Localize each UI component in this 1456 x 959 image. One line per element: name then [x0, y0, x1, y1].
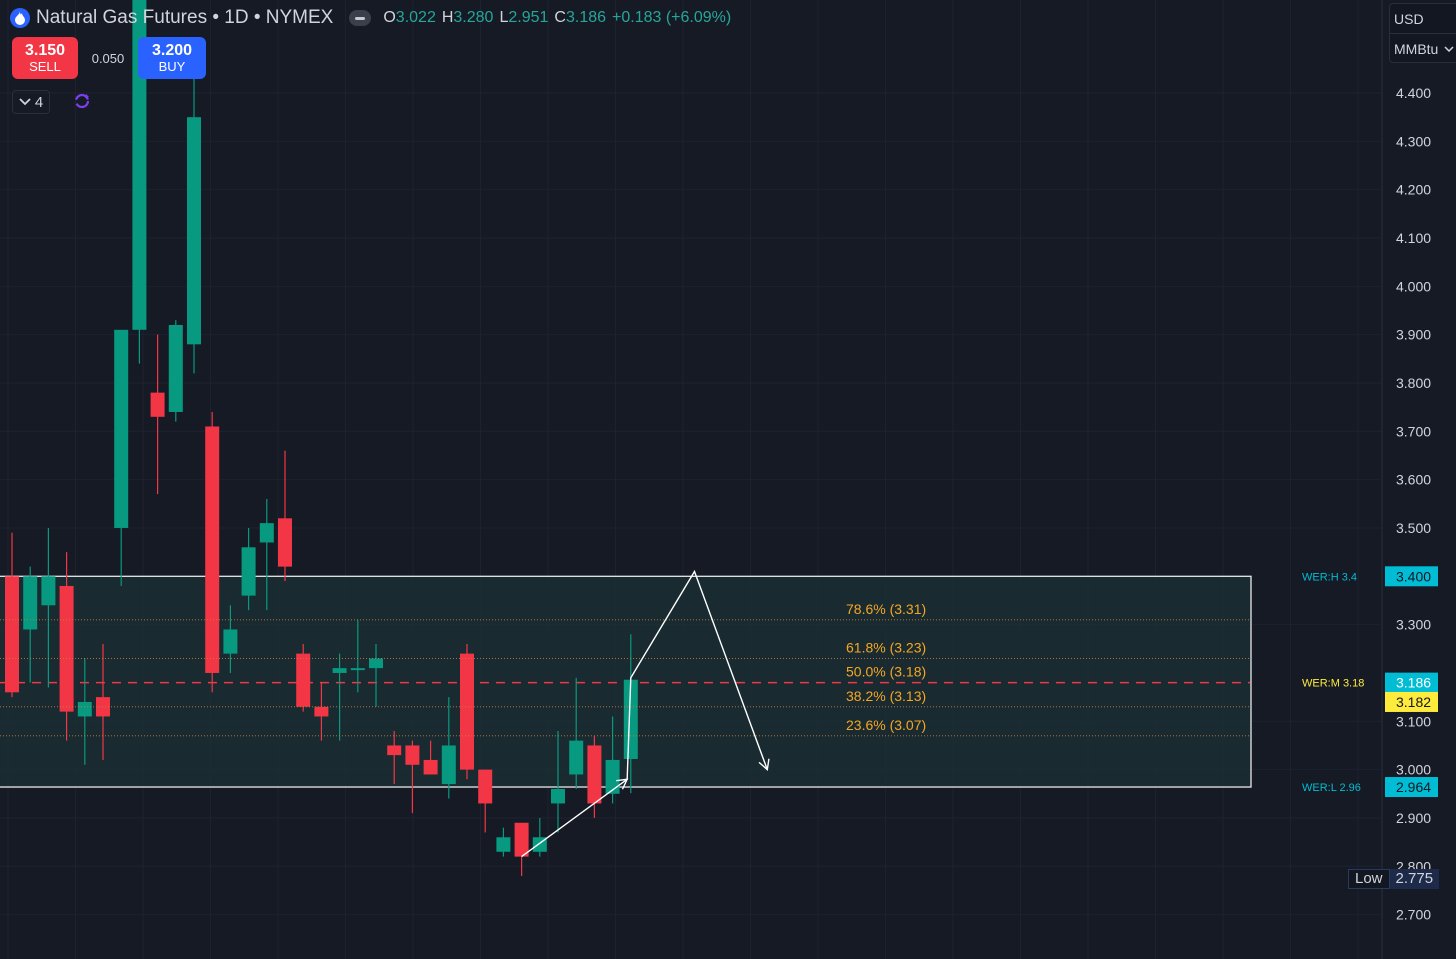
- candle-body: [350, 668, 365, 671]
- y-tick-label: 2.700: [1396, 907, 1431, 923]
- candle-body: [41, 576, 56, 606]
- y-tick-label: 3.300: [1396, 617, 1431, 633]
- candle-body: [587, 745, 602, 804]
- currency-unit-selector[interactable]: USD MMBtu: [1389, 3, 1456, 63]
- level-name: WER:L 2.96: [1302, 782, 1361, 794]
- fib-label: 78.6% (3.31): [846, 601, 926, 617]
- buy-button[interactable]: 3.200 BUY: [138, 37, 206, 79]
- candle-body: [514, 822, 529, 857]
- fib-label: 50.0% (3.18): [846, 664, 926, 680]
- trade-panel: 3.150 SELL 0.050 3.200 BUY: [12, 37, 206, 79]
- indicator-count: 4: [34, 93, 44, 111]
- level-tag-value: 2.964: [1396, 779, 1431, 795]
- candle-body: [187, 117, 201, 345]
- indicators-toggle[interactable]: 4: [12, 90, 50, 114]
- candle-body: [369, 658, 383, 669]
- low-price-tag: Low 2.775: [1348, 869, 1440, 889]
- candle-body: [478, 769, 493, 804]
- candle-body: [441, 745, 456, 785]
- level-tag-value: 3.400: [1396, 568, 1431, 584]
- y-tick-label: 4.000: [1396, 278, 1431, 294]
- candle-body: [387, 745, 402, 756]
- candle-body: [5, 576, 19, 693]
- y-tick-label: 3.100: [1396, 713, 1431, 729]
- candle-body: [205, 426, 220, 673]
- symbol-header[interactable]: Natural Gas Futures • 1D • NYMEX O3.022 …: [10, 6, 731, 30]
- y-tick-label: 4.300: [1396, 133, 1431, 149]
- candle-body: [405, 745, 420, 765]
- unit-select[interactable]: MMBtu: [1390, 33, 1456, 63]
- y-tick-label: 3.800: [1396, 375, 1431, 391]
- y-tick-label: 4.100: [1396, 230, 1431, 246]
- last-price-tag: 3.182: [1396, 694, 1431, 710]
- spread-value: 0.050: [91, 50, 125, 66]
- chevron-down-icon: [19, 98, 31, 106]
- currency-select[interactable]: USD: [1390, 4, 1456, 33]
- candle-body: [332, 668, 347, 673]
- ohlc-readout: O3.022 H3.280 L2.951 C3.186 +0.183 (+6.0…: [383, 9, 732, 26]
- y-tick-label: 3.700: [1396, 423, 1431, 439]
- candle-body: [314, 706, 329, 717]
- fib-label: 23.6% (3.07): [846, 717, 926, 733]
- price-chart[interactable]: 78.6% (3.31) 61.8% (3.23) 50.0% (3.18) 38.2…: [0, 0, 1456, 959]
- candle-body: [460, 653, 474, 770]
- candle-body: [259, 523, 274, 543]
- level-tag-value: 3.186: [1396, 675, 1431, 691]
- y-tick-label: 3.900: [1396, 327, 1431, 343]
- level-name: WER:H 3.4: [1302, 571, 1357, 583]
- flame-icon: [10, 8, 30, 28]
- candle-body: [605, 759, 620, 794]
- candle-body: [168, 324, 183, 412]
- candle-body: [569, 740, 584, 775]
- candle-body: [423, 759, 438, 775]
- candle-body: [150, 392, 165, 417]
- change-readout: +0.183 (+6.09%): [612, 9, 732, 26]
- y-tick-label: 3.000: [1396, 762, 1431, 778]
- y-tick-label: 4.400: [1396, 85, 1431, 101]
- candle-body: [296, 653, 311, 707]
- fib-label: 38.2% (3.13): [846, 688, 926, 704]
- level-name: WER:M 3.18: [1302, 678, 1364, 690]
- y-tick-label: 3.600: [1396, 472, 1431, 488]
- y-tick-label: 4.200: [1396, 182, 1431, 198]
- hide-indicators-button[interactable]: [349, 10, 372, 26]
- candle-body: [551, 788, 565, 804]
- sell-button[interactable]: 3.150 SELL: [12, 37, 78, 79]
- candle-body: [496, 837, 511, 852]
- y-tick-label: 2.900: [1396, 810, 1431, 826]
- candle-body: [241, 547, 256, 596]
- candle-body: [278, 518, 292, 567]
- candle-body: [114, 329, 129, 528]
- candle-body: [77, 701, 92, 717]
- candle-body: [223, 629, 238, 654]
- candle-body: [23, 576, 38, 630]
- y-tick-label: 3.500: [1396, 520, 1431, 536]
- refresh-icon[interactable]: [72, 91, 92, 111]
- candle-body: [59, 585, 74, 712]
- symbol-title: Natural Gas Futures • 1D • NYMEX: [36, 7, 334, 28]
- fib-label: 61.8% (3.23): [846, 639, 926, 655]
- chevron-down-icon: [1444, 45, 1454, 52]
